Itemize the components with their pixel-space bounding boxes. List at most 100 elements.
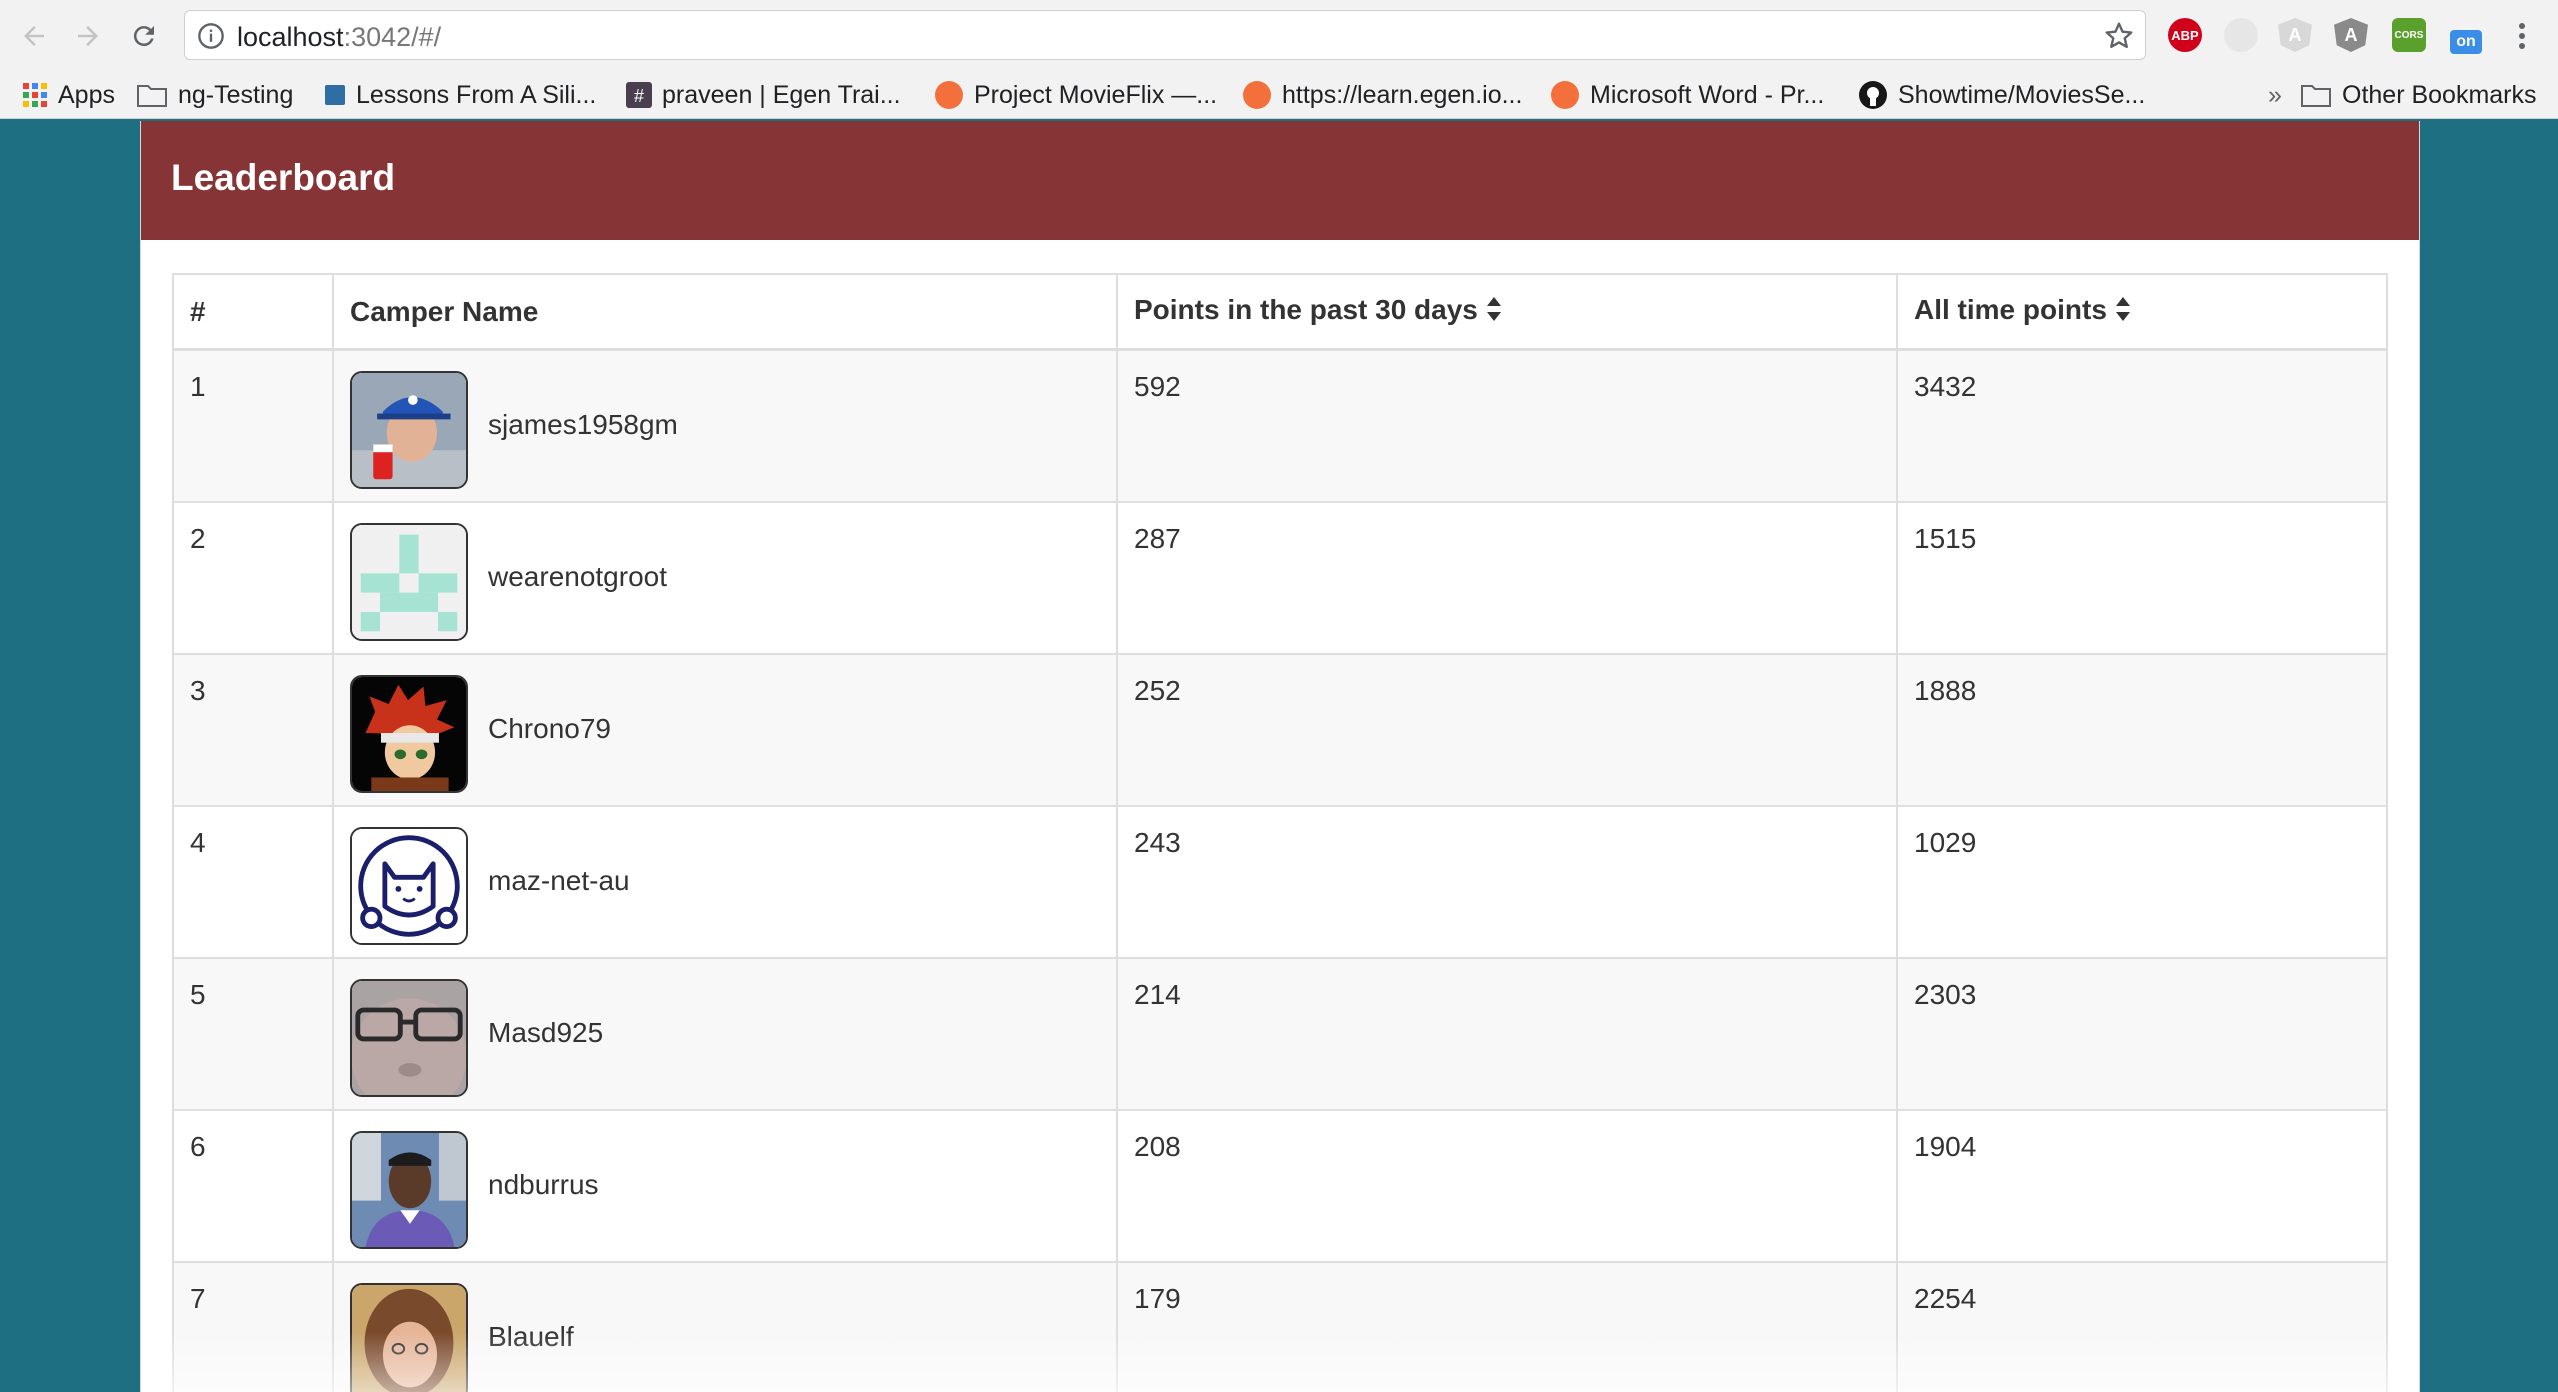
- bookmark-label: Lessons From A Sili...: [356, 80, 597, 109]
- bookmark-showtime[interactable]: Showtime/MoviesSe...: [1858, 72, 2145, 118]
- recent-points-cell: 592: [1116, 348, 1898, 503]
- bookmarks-overflow-button[interactable]: »: [2268, 72, 2282, 118]
- forward-arrow-icon: [78, 26, 98, 46]
- recent-points-column-header[interactable]: Points in the past 30 days: [1116, 273, 1898, 351]
- camper-name-link[interactable]: ndburrus: [488, 1169, 599, 1201]
- sort-icon[interactable]: [2115, 296, 2131, 329]
- rank-column-header: #: [172, 273, 334, 351]
- rank-cell: 6: [172, 1108, 334, 1263]
- camper-name-column-header: Camper Name: [332, 273, 1118, 351]
- url-text: localhost:3042/#/: [237, 22, 441, 53]
- bookmark-other-bookmarks[interactable]: Other Bookmarks: [2300, 72, 2537, 118]
- adblock-extension-icon[interactable]: ABP: [2168, 18, 2202, 52]
- bookmark-learn-egen[interactable]: https://learn.egen.io...: [1242, 72, 1522, 118]
- egen-icon: [1550, 80, 1580, 110]
- cors-extension-icon[interactable]: CORS: [2392, 18, 2426, 52]
- alltime-points-cell: 2254: [1896, 1260, 2388, 1392]
- avatar[interactable]: [350, 826, 468, 945]
- browser-menu-button[interactable]: [2502, 14, 2542, 58]
- egen-icon: [934, 80, 964, 110]
- camper-name-link[interactable]: maz-net-au: [488, 865, 630, 897]
- camper-name-link[interactable]: Chrono79: [488, 713, 611, 745]
- overflow-chevron: »: [2268, 80, 2282, 109]
- angular-extension-icon[interactable]: A: [2278, 18, 2312, 52]
- avatar[interactable]: [350, 978, 468, 1097]
- back-arrow-icon: [24, 26, 44, 46]
- bookmark-microsoft-word[interactable]: Microsoft Word - Pr...: [1550, 72, 1824, 118]
- panel-heading: Leaderboard: [141, 121, 2419, 240]
- github-icon: [1858, 80, 1888, 110]
- alltime-points-cell: 1904: [1896, 1108, 2388, 1263]
- avatar[interactable]: [350, 371, 468, 489]
- camper-cell: maz-net-au: [332, 804, 1118, 959]
- bookmark-lessons[interactable]: Lessons From A Sili...: [324, 72, 596, 118]
- camper-name-link[interactable]: Masd925: [488, 1017, 603, 1049]
- info-icon[interactable]: [197, 22, 225, 55]
- recent-points-cell: 179: [1116, 1260, 1898, 1392]
- cors-label: CORS: [2394, 29, 2424, 41]
- table-row: 6 ndburrus 208 1904: [172, 1108, 2388, 1263]
- square-icon: [324, 84, 346, 106]
- camper-name-link[interactable]: sjames1958gm: [488, 409, 678, 441]
- alltime-points-cell: 1888: [1896, 652, 2388, 807]
- bookmark-label: Showtime/MoviesSe...: [1898, 80, 2146, 109]
- recent-header-label: Points in the past 30 days: [1134, 294, 1478, 326]
- address-bar[interactable]: localhost:3042/#/: [184, 10, 2146, 60]
- camper-cell: wearenotgroot: [332, 500, 1118, 655]
- bookmark-label: Microsoft Word - Pr...: [1590, 80, 1825, 109]
- camper-cell: Chrono79: [332, 652, 1118, 807]
- browser-toolbar: localhost:3042/#/ ABP A A CORS on: [0, 0, 2558, 72]
- avatar[interactable]: [350, 674, 468, 793]
- camper-cell: ndburrus: [332, 1108, 1118, 1263]
- sort-icon[interactable]: [1486, 296, 1502, 329]
- camper-cell: Masd925: [332, 956, 1118, 1111]
- egen-icon: [1242, 80, 1272, 110]
- rank-header-label: #: [190, 295, 206, 327]
- recent-points-cell: 287: [1116, 500, 1898, 655]
- camper-cell: Blauelf: [332, 1260, 1118, 1392]
- bookmark-praveen[interactable]: # praveen | Egen Trai...: [626, 72, 901, 118]
- avatar[interactable]: [350, 1282, 468, 1392]
- table-row: 7 Blauelf 179 2254: [172, 1260, 2388, 1392]
- avatar[interactable]: [350, 1130, 468, 1249]
- recent-points-cell: 252: [1116, 652, 1898, 807]
- bookmark-star-icon[interactable]: [2103, 20, 2135, 57]
- bookmarks-bar: Apps ng-Testing Lessons From A Sili... #…: [0, 72, 2558, 119]
- bookmark-label: ng-Testing: [178, 80, 294, 109]
- kebab-menu-icon: [2519, 23, 2525, 49]
- forward-button[interactable]: [66, 14, 110, 58]
- rank-cell: 2: [172, 500, 334, 655]
- bookmark-label: https://learn.egen.io...: [1282, 80, 1523, 109]
- camper-header-label: Camper Name: [350, 295, 539, 327]
- bookmark-label: Project MovieFlix —...: [974, 80, 1218, 109]
- extension-swirl-icon[interactable]: [2224, 18, 2258, 52]
- on-extension-icon[interactable]: on: [2450, 30, 2482, 54]
- alltime-points-cell: 3432: [1896, 348, 2388, 503]
- folder-icon: [2300, 82, 2332, 108]
- camper-cell: sjames1958gm: [332, 348, 1118, 503]
- hash-icon: #: [626, 82, 652, 108]
- alltime-points-column-header[interactable]: All time points: [1896, 273, 2388, 351]
- recent-points-cell: 208: [1116, 1108, 1898, 1263]
- camper-name-link[interactable]: Blauelf: [488, 1321, 574, 1353]
- rank-cell: 3: [172, 652, 334, 807]
- avatar[interactable]: [350, 522, 468, 641]
- rank-cell: 5: [172, 956, 334, 1111]
- table-row: 3 Chrono79 252 1888: [172, 652, 2388, 807]
- reload-button[interactable]: [122, 14, 166, 58]
- bookmark-apps[interactable]: Apps: [22, 72, 115, 118]
- leaderboard-table: # Camper Name Points in the past 30 days…: [172, 273, 2388, 1392]
- table-header-row: # Camper Name Points in the past 30 days…: [172, 273, 2388, 351]
- rank-cell: 4: [172, 804, 334, 959]
- folder-icon: [136, 82, 168, 108]
- back-button[interactable]: [12, 14, 56, 58]
- bookmark-movieflix[interactable]: Project MovieFlix —...: [934, 72, 1217, 118]
- angular-dark-extension-icon[interactable]: A: [2334, 18, 2368, 52]
- table-row: 2 wearenotgroot 287 1515: [172, 500, 2388, 655]
- apps-grid-icon: [22, 82, 48, 108]
- camper-name-link[interactable]: wearenotgroot: [488, 561, 667, 593]
- page-title: Leaderboard: [171, 157, 396, 198]
- bookmark-ng-testing[interactable]: ng-Testing: [136, 72, 293, 118]
- bookmark-label: Apps: [58, 80, 115, 109]
- table-row: 5 Masd925 214 2303: [172, 956, 2388, 1111]
